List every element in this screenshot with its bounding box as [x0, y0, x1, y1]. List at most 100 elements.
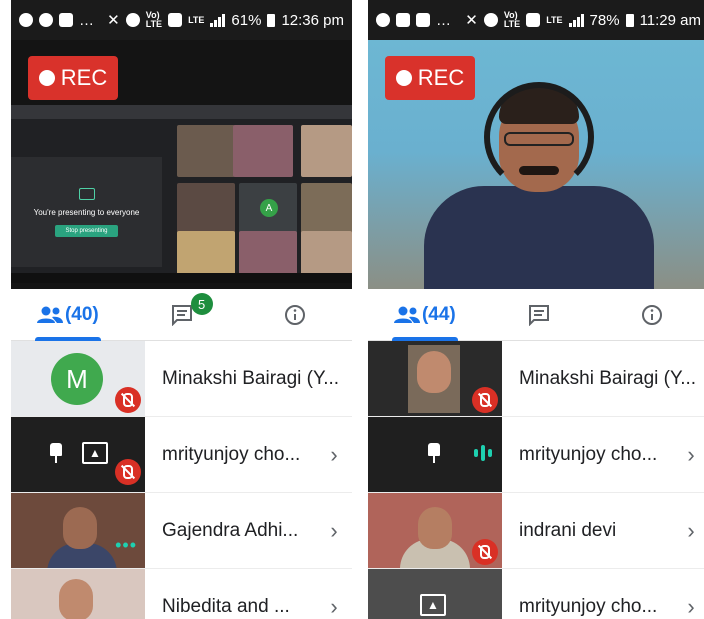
message-icon — [396, 13, 410, 27]
participant-thumbnail: ▲ — [368, 569, 502, 619]
chat-unread-badge: 5 — [190, 293, 213, 315]
people-icon — [393, 306, 420, 323]
chevron-right-icon[interactable]: › — [316, 518, 352, 544]
whatsapp-icon — [19, 13, 33, 27]
mute-icon: ✕ — [107, 12, 120, 29]
message-icon — [59, 13, 73, 27]
chat-icon — [171, 304, 192, 326]
shared-screen: You're presenting to everyone Stop prese… — [11, 105, 352, 283]
participant-list: Minakshi Bairagi (Y... mrityunjoy cho...… — [368, 341, 704, 619]
alarm-icon — [483, 13, 498, 27]
chevron-right-icon[interactable]: › — [673, 594, 704, 619]
pin-icon[interactable] — [427, 443, 441, 463]
battery-icon — [625, 13, 634, 27]
info-icon — [642, 304, 663, 325]
participant-row[interactable]: Nibedita and ... › — [11, 569, 352, 619]
mic-off-icon — [115, 387, 141, 413]
chevron-right-icon[interactable]: › — [316, 442, 352, 468]
main-video-feed: REC You're presenting to everyone Stop p… — [11, 40, 352, 289]
phone-screenshot-left: … ✕ Vo) LTE LTE 61% 12:36 pm REC You're p… — [11, 0, 352, 619]
people-count: (44) — [421, 303, 456, 325]
whatsapp-icon — [376, 13, 390, 27]
participant-row[interactable]: indrani devi › — [368, 493, 704, 569]
taskbar — [11, 273, 352, 283]
presenting-text: You're presenting to everyone — [33, 207, 140, 217]
clock: 11:29 am — [639, 11, 701, 29]
people-count: (40) — [64, 303, 99, 325]
participant-name: mrityunjoy cho... — [519, 595, 658, 617]
status-bar: … ✕ Vo) LTE LTE 61% 12:36 pm — [11, 0, 352, 40]
participant-face — [417, 351, 451, 393]
phone-screenshot-right: … ✕ Vo) LTE LTE 78% 11:29 am REC (44) Mi… — [368, 0, 704, 619]
present-screen-icon: ▲ — [420, 594, 446, 616]
recording-label: REC — [60, 65, 108, 90]
recording-badge: REC — [28, 56, 118, 100]
participant-row[interactable]: Minakshi Bairagi (Y... — [368, 341, 704, 417]
mic-off-icon — [472, 387, 498, 413]
people-icon — [36, 306, 63, 323]
participant-thumbnail — [11, 569, 145, 619]
more-notifications-icon: … — [79, 11, 94, 29]
participant-tile — [233, 125, 293, 177]
participant-thumbnail — [368, 493, 502, 568]
info-icon — [285, 304, 306, 325]
participant-thumbnail: ▲ — [11, 417, 145, 492]
chrome-icon — [39, 13, 53, 27]
avatar: M — [51, 353, 103, 405]
participant-thumbnail — [368, 341, 502, 416]
lte-icon: LTE — [546, 14, 563, 25]
recording-label: REC — [417, 65, 465, 90]
presenting-panel: You're presenting to everyone Stop prese… — [11, 157, 162, 267]
sim-icon — [526, 13, 541, 27]
tab-info[interactable] — [595, 289, 704, 340]
stop-presenting-button[interactable]: Stop presenting — [55, 224, 118, 237]
participant-row[interactable]: mrityunjoy cho... › — [368, 417, 704, 493]
participant-name: Minakshi Bairagi (Y... — [519, 367, 697, 389]
participant-tile: A — [239, 183, 297, 235]
audio-level-icon — [474, 445, 492, 461]
record-dot-icon — [395, 70, 412, 86]
pin-icon[interactable] — [49, 443, 63, 463]
mic-off-icon — [472, 539, 498, 565]
main-video-feed: REC — [368, 40, 704, 289]
participant-row[interactable]: M Minakshi Bairagi (Y... — [11, 341, 352, 417]
participant-thumbnail — [368, 417, 502, 492]
participant-row[interactable]: ••• Gajendra Adhi... › — [11, 493, 352, 569]
chat-icon — [528, 304, 549, 326]
participant-thumbnail: M — [11, 341, 145, 416]
avatar: A — [260, 199, 278, 217]
tab-chat[interactable]: 5 — [125, 289, 239, 340]
participant-name: Gajendra Adhi... — [162, 519, 299, 541]
chevron-right-icon[interactable]: › — [316, 594, 352, 619]
participant-row[interactable]: ▲ mrityunjoy cho... › — [11, 417, 352, 493]
participant-face — [63, 507, 97, 549]
record-dot-icon — [38, 70, 55, 86]
present-screen-icon: ▲ — [82, 442, 108, 464]
participant-name: Minakshi Bairagi (Y... — [162, 367, 340, 389]
participant-tile — [301, 183, 352, 235]
more-notifications-icon: … — [436, 11, 451, 29]
tab-chat[interactable] — [482, 289, 596, 340]
participant-tile — [177, 125, 235, 177]
signal-icon — [210, 13, 226, 27]
status-bar: … ✕ Vo) LTE LTE 78% 11:29 am — [368, 0, 704, 40]
signal-icon — [568, 13, 584, 27]
chevron-right-icon[interactable]: › — [673, 442, 704, 468]
battery-percent: 61% — [231, 11, 262, 29]
participant-face — [59, 579, 93, 619]
meeting-tabs: (40) 5 — [11, 289, 352, 341]
participant-tile — [177, 183, 235, 235]
speaker-mustache — [518, 166, 559, 175]
lte-icon: LTE — [188, 14, 205, 25]
participant-row[interactable]: ▲ mrityunjoy cho... › — [368, 569, 704, 619]
tab-people[interactable]: (44) — [368, 289, 482, 341]
tab-info[interactable] — [238, 289, 352, 340]
speaker-shirt — [423, 186, 654, 289]
chevron-right-icon[interactable]: › — [673, 518, 704, 544]
participant-name: indrani devi — [519, 519, 617, 541]
sim-icon — [168, 13, 183, 27]
tab-people[interactable]: (40) — [11, 289, 125, 341]
glasses-icon — [503, 132, 574, 146]
volte-icon: Vo) LTE — [503, 10, 521, 29]
participant-name: Nibedita and ... — [162, 595, 290, 617]
